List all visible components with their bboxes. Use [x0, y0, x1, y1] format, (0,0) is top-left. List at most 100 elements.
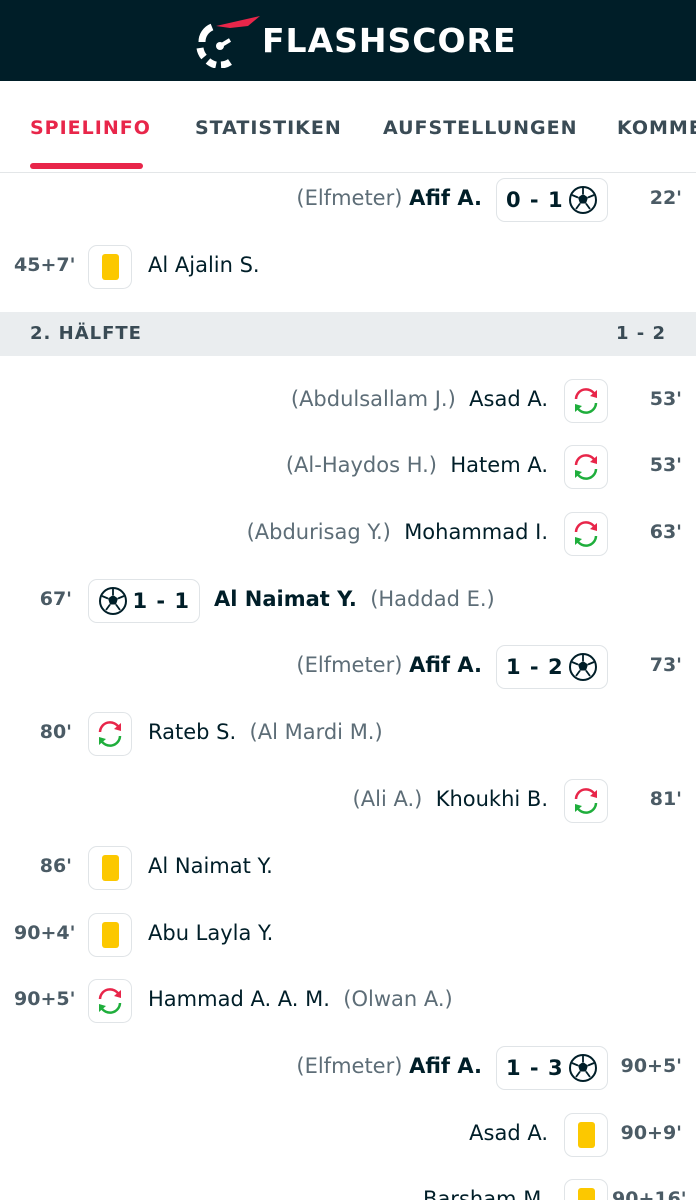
event-row: (Abdulsallam J.) Asad A. 53' — [0, 368, 696, 434]
event-row: (Al-Haydos H.) Hatem A. 53' — [0, 434, 696, 500]
player-name[interactable]: Al Naimat Y. — [148, 854, 273, 878]
event-row: Asad A. 90+9' — [0, 1102, 696, 1168]
event-minute: 90+5' — [620, 1055, 682, 1077]
soccer-ball-icon — [569, 186, 597, 214]
player-in[interactable]: Mohammad I. — [404, 520, 548, 544]
flashscore-logo-icon — [196, 16, 260, 68]
yellow-card-box — [88, 245, 132, 289]
brand-name: FLASHSCORE — [262, 20, 517, 60]
event-minute: 90+9' — [620, 1122, 682, 1144]
event-minute: 86' — [39, 855, 72, 877]
player-in[interactable]: Hammad A. A. M. — [148, 987, 330, 1011]
flashscore-logo[interactable]: FLASHSCORE — [190, 12, 517, 68]
tab-spielinfo[interactable]: SPIELINFO — [30, 117, 151, 139]
assist-player[interactable]: (Haddad E.) — [370, 587, 495, 611]
event-row: 67' 1 - 1 Al Naimat Y. (Haddad E.) — [0, 568, 696, 634]
yellow-card-icon — [577, 1188, 595, 1200]
player-name[interactable]: Al Naimat Y. — [214, 587, 357, 611]
event-text: Al Naimat Y. — [148, 854, 273, 878]
event-minute: 81' — [649, 788, 682, 810]
yellow-card-box — [88, 846, 132, 890]
event-text: (Elfmeter) Afif A. — [296, 1054, 482, 1078]
substitution-icon — [574, 521, 598, 547]
event-text: Barsham M. — [423, 1187, 548, 1200]
player-in[interactable]: Asad A. — [469, 387, 548, 411]
goal-score-box: 0 - 1 — [496, 178, 608, 222]
player-out[interactable]: (Al Mardi M.) — [250, 720, 383, 744]
event-minute: 67' — [39, 588, 72, 610]
half-header: 2. HÄLFTE 1 - 2 — [0, 312, 696, 356]
player-out[interactable]: (Al-Haydos H.) — [286, 453, 437, 477]
player-out[interactable]: (Olwan A.) — [343, 987, 452, 1011]
substitution-icon — [574, 454, 598, 480]
player-out[interactable]: (Abdulsallam J.) — [291, 387, 456, 411]
player-name[interactable]: Asad A. — [469, 1121, 548, 1145]
player-in[interactable]: Hatem A. — [450, 453, 548, 477]
event-row: 90+4' Abu Layla Y. — [0, 902, 696, 968]
event-note: (Elfmeter) — [296, 1054, 403, 1078]
yellow-card-icon — [577, 1122, 595, 1148]
event-row: 90+5' Hammad A. A. M. (Olwan A.) — [0, 968, 696, 1034]
yellow-card-icon — [101, 922, 119, 948]
event-row: (Elfmeter) Afif A. 1 - 2 73' — [0, 634, 696, 700]
tab-aufstellungen[interactable]: AUFSTELLUNGEN — [383, 117, 578, 139]
substitution-icon — [574, 788, 598, 814]
tab-kommentar[interactable]: KOMMENTAR — [617, 117, 696, 139]
player-name[interactable]: Afif A. — [409, 186, 482, 210]
match-tabs: SPIELINFO STATISTIKEN AUFSTELLUNGEN KOMM… — [0, 81, 696, 173]
score: 1 - 2 — [506, 655, 564, 679]
player-in[interactable]: Khoukhi B. — [436, 787, 548, 811]
app-header: FLASHSCORE — [0, 0, 696, 81]
event-row: (Elfmeter) Afif A. 1 - 3 90+5' — [0, 1035, 696, 1101]
score: 1 - 3 — [506, 1056, 564, 1080]
yellow-card-box — [564, 1113, 608, 1157]
event-minute: 90+16' — [612, 1188, 687, 1200]
event-minute: 45+7' — [14, 254, 76, 276]
event-text: Al Ajalin S. — [148, 253, 260, 277]
event-text: (Elfmeter) Afif A. — [296, 653, 482, 677]
player-name[interactable]: Afif A. — [409, 1054, 482, 1078]
event-minute: 53' — [649, 454, 682, 476]
substitution-icon — [574, 388, 598, 414]
event-row: (Ali A.) Khoukhi B. 81' — [0, 768, 696, 834]
tab-statistiken[interactable]: STATISTIKEN — [195, 117, 342, 139]
event-minute: 90+4' — [14, 922, 76, 944]
event-minute: 22' — [649, 187, 682, 209]
score: 1 - 1 — [132, 589, 190, 613]
player-name[interactable]: Al Ajalin S. — [148, 253, 260, 277]
player-name[interactable]: Abu Layla Y. — [148, 921, 273, 945]
substitution-icon — [98, 988, 122, 1014]
soccer-ball-icon — [99, 587, 127, 615]
player-out[interactable]: (Ali A.) — [353, 787, 423, 811]
event-text: Hammad A. A. M. (Olwan A.) — [148, 987, 453, 1011]
event-note: (Elfmeter) — [296, 186, 403, 210]
player-out[interactable]: (Abdurisag Y.) — [247, 520, 391, 544]
substitution-box — [88, 712, 132, 756]
event-note: (Elfmeter) — [296, 653, 403, 677]
yellow-card-icon — [101, 254, 119, 280]
goal-score-box: 1 - 3 — [496, 1046, 608, 1090]
substitution-box — [564, 512, 608, 556]
event-row: 45+7' Al Ajalin S. — [0, 234, 696, 300]
goal-score-box: 1 - 1 — [88, 579, 200, 623]
player-name[interactable]: Afif A. — [409, 653, 482, 677]
event-text: (Ali A.) Khoukhi B. — [353, 787, 548, 811]
event-minute: 80' — [39, 721, 72, 743]
goal-score-box: 1 - 2 — [496, 645, 608, 689]
soccer-ball-icon — [569, 1054, 597, 1082]
soccer-ball-icon — [569, 653, 597, 681]
substitution-icon — [98, 721, 122, 747]
half-score: 1 - 2 — [615, 323, 666, 344]
half-label: 2. HÄLFTE — [30, 323, 142, 344]
event-text: Asad A. — [469, 1121, 548, 1145]
event-minute: 63' — [649, 521, 682, 543]
event-row: Barsham M. 90+16' — [0, 1168, 696, 1200]
yellow-card-icon — [101, 855, 119, 881]
event-row: (Abdurisag Y.) Mohammad I. 63' — [0, 501, 696, 567]
yellow-card-box — [88, 913, 132, 957]
event-minute: 73' — [649, 654, 682, 676]
player-in[interactable]: Rateb S. — [148, 720, 236, 744]
player-name[interactable]: Barsham M. — [423, 1187, 548, 1200]
event-minute: 90+5' — [14, 988, 76, 1010]
substitution-box — [564, 779, 608, 823]
